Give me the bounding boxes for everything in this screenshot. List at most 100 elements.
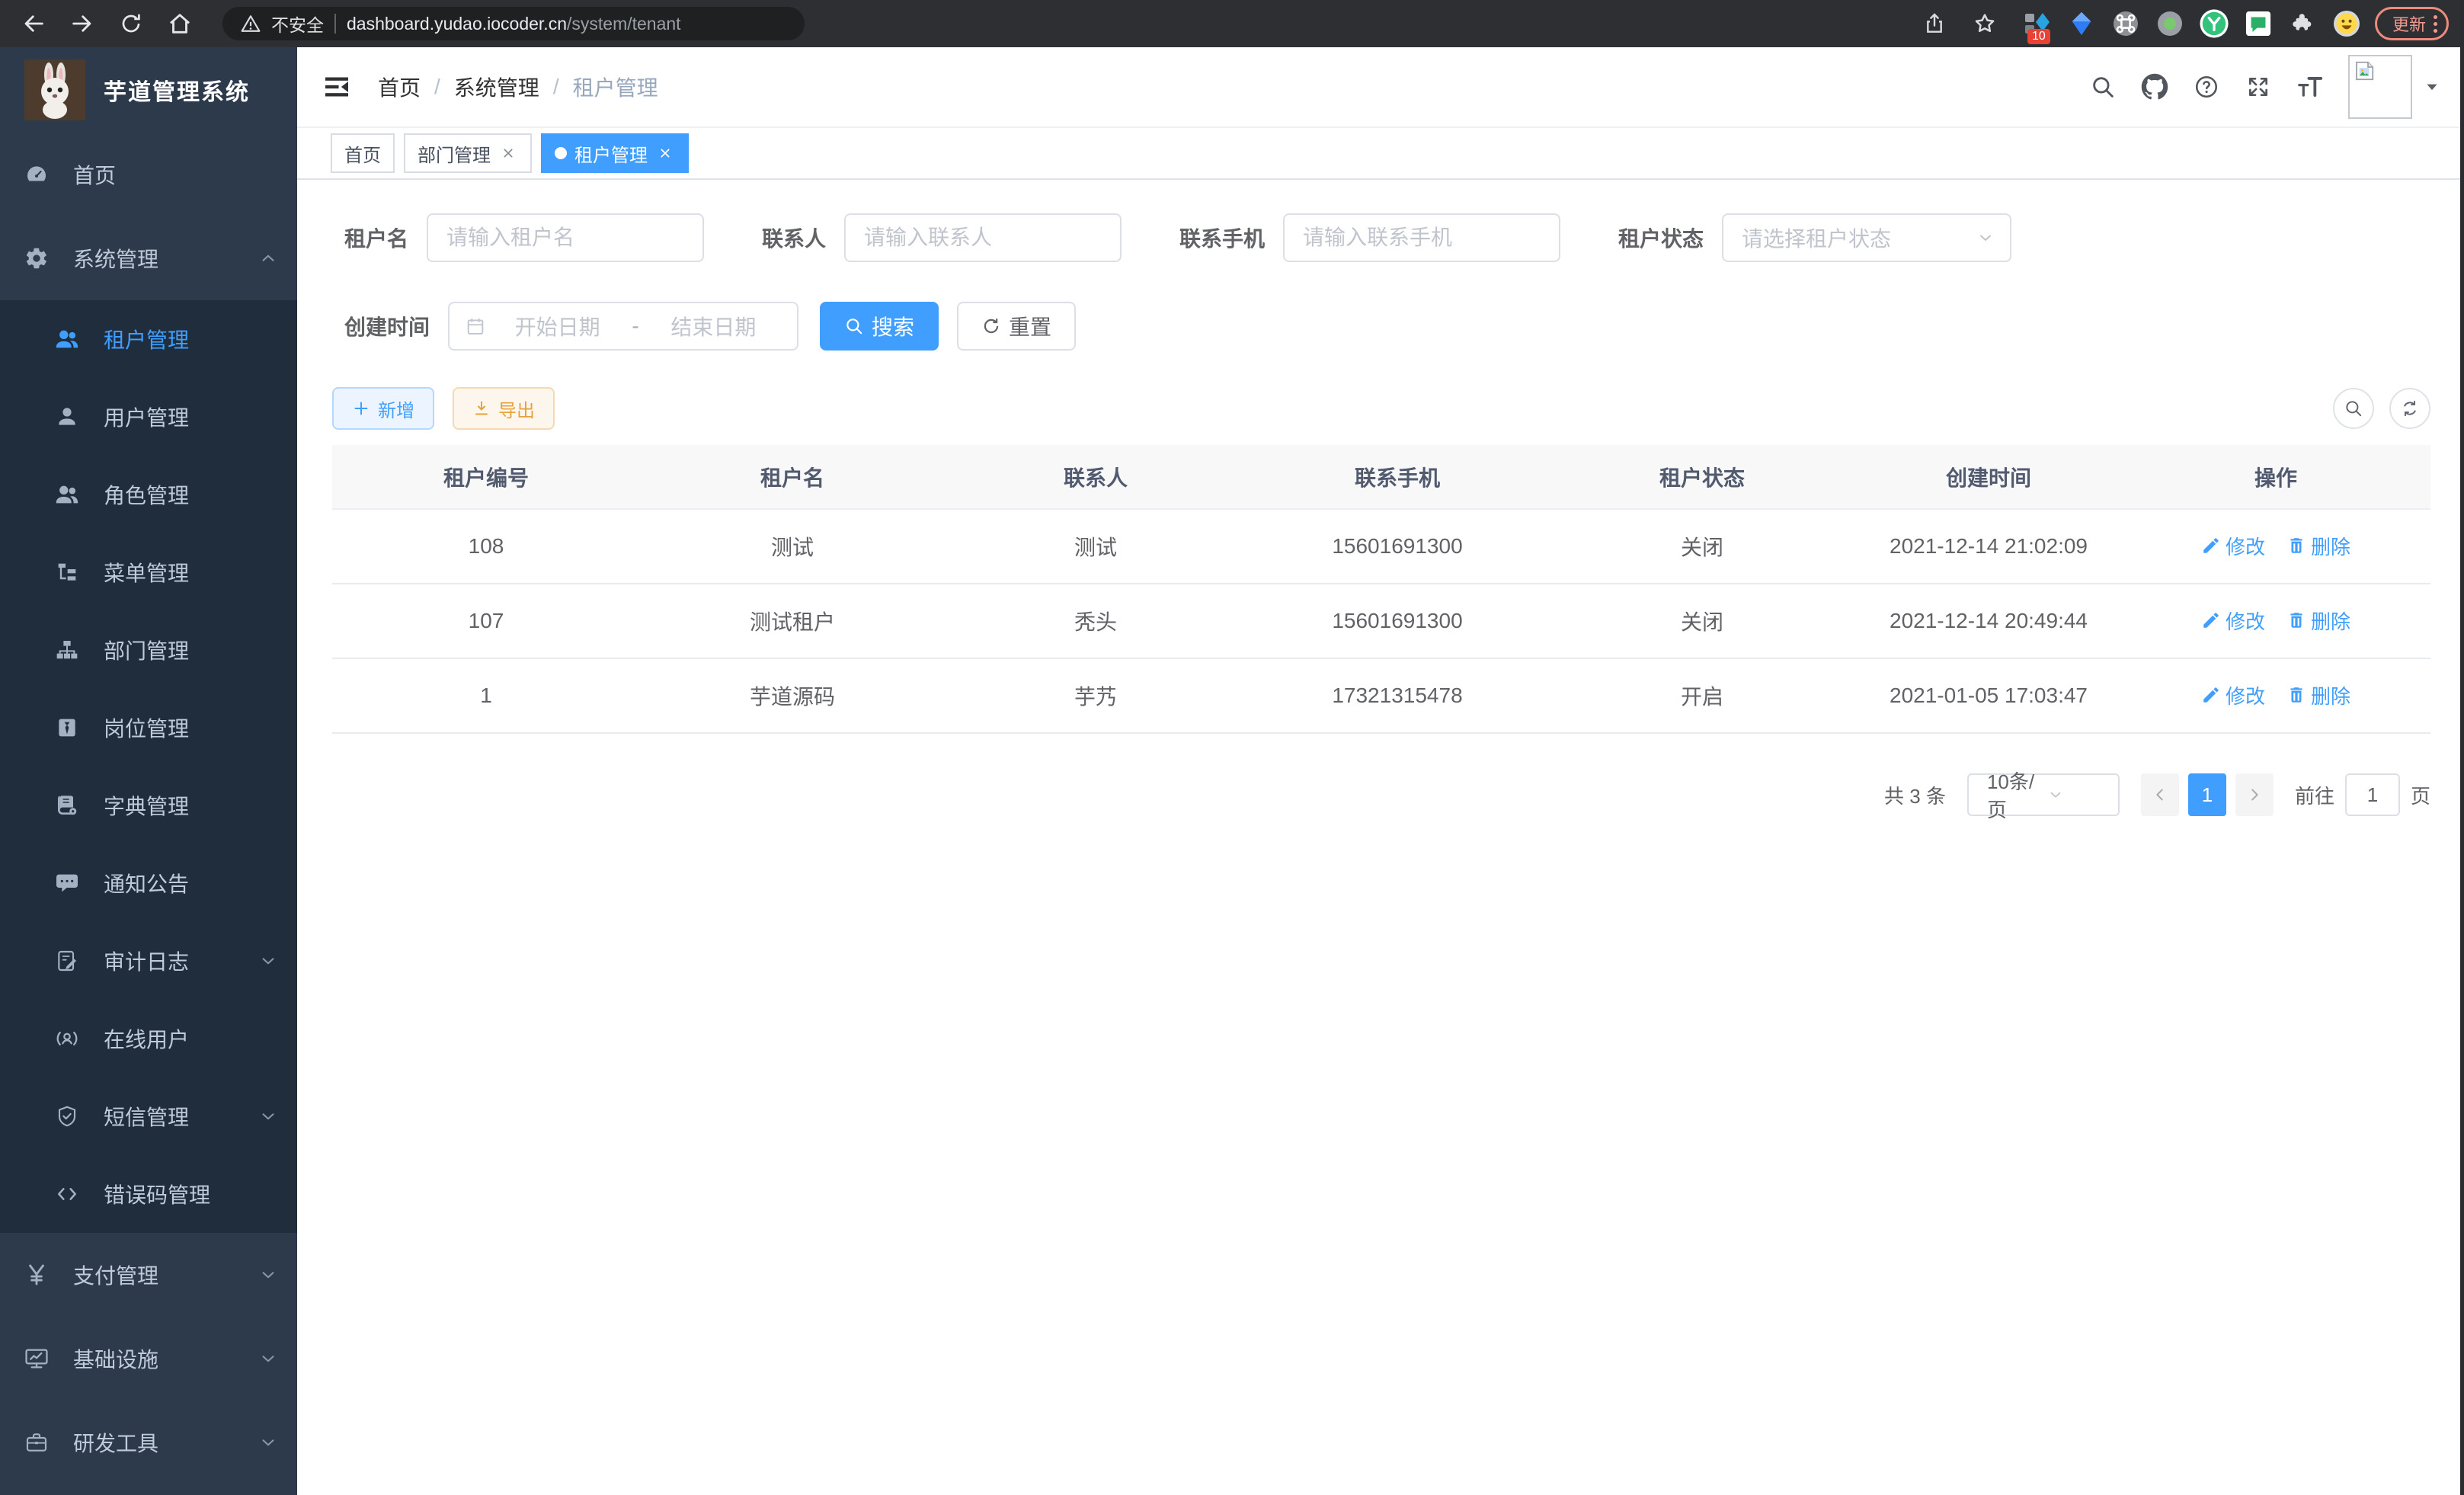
sidebar-item-devtools[interactable]: 研发工具 xyxy=(0,1401,297,1484)
edit-icon xyxy=(2201,685,2221,705)
sidebar-item-label: 短信管理 xyxy=(104,1101,189,1132)
chrome-update-button[interactable]: 更新 xyxy=(2375,7,2449,40)
page-size-select[interactable]: 10条/页 xyxy=(1967,773,2120,816)
sidebar-item-dict[interactable]: 字典管理 xyxy=(0,767,297,844)
github-icon xyxy=(2141,73,2168,101)
prev-page-button[interactable] xyxy=(2141,773,2179,816)
chat-extension-icon[interactable] xyxy=(2244,9,2273,38)
sidebar-item-audit[interactable]: 审计日志 xyxy=(0,922,297,1000)
column-header: 租户编号 xyxy=(332,445,640,509)
sidebar-menu: 首页系统管理租户管理用户管理角色管理菜单管理部门管理岗位管理字典管理通知公告审计… xyxy=(0,133,297,1484)
sidebar-item-sms[interactable]: 短信管理 xyxy=(0,1077,297,1155)
table-row: 1芋道源码芋艿17321315478开启2021-01-05 17:03:47修… xyxy=(332,658,2430,733)
edit-link[interactable]: 修改 xyxy=(2201,607,2265,635)
chrome-menu-icon[interactable] xyxy=(2434,15,2437,33)
user-icon xyxy=(52,402,82,432)
sidebar-item-infra[interactable]: 基础设施 xyxy=(0,1317,297,1401)
delete-link[interactable]: 删除 xyxy=(2286,681,2350,709)
users-icon xyxy=(52,324,82,354)
tab-label: 租户管理 xyxy=(574,140,648,167)
sidebar-item-role[interactable]: 角色管理 xyxy=(0,456,297,533)
refresh-table-button[interactable] xyxy=(2389,388,2430,429)
breadcrumb-item: 租户管理 xyxy=(573,72,658,102)
security-warning-icon[interactable] xyxy=(241,14,261,34)
y-extension-icon[interactable] xyxy=(2200,9,2229,38)
sidebar-item-system[interactable]: 系统管理 xyxy=(0,216,297,300)
sidebar-item-user[interactable]: 用户管理 xyxy=(0,378,297,456)
next-page-button[interactable] xyxy=(2235,773,2274,816)
emoji-extension-icon[interactable] xyxy=(2332,9,2361,38)
browser-home-icon[interactable] xyxy=(162,5,198,42)
tab-首页[interactable]: 首页 xyxy=(331,133,395,173)
sidebar-item-errcode[interactable]: 错误码管理 xyxy=(0,1155,297,1233)
chevron-up-icon xyxy=(258,248,279,269)
sidebar-collapse-icon[interactable] xyxy=(320,70,354,104)
sidebar-item-menu[interactable]: 菜单管理 xyxy=(0,533,297,611)
table-cell: 秃头 xyxy=(945,584,1246,658)
caret-down-icon[interactable] xyxy=(2424,79,2440,94)
avatar[interactable] xyxy=(2348,55,2412,119)
breadcrumb-item[interactable]: 系统管理 xyxy=(454,72,539,102)
status-label: 租户状态 xyxy=(1606,222,1722,253)
sidebar-item-notice[interactable]: 通知公告 xyxy=(0,844,297,922)
search-button-label: 搜索 xyxy=(872,311,914,341)
fullscreen-button[interactable] xyxy=(2232,61,2284,113)
mobile-input[interactable] xyxy=(1283,213,1560,262)
search-button[interactable] xyxy=(2077,61,2129,113)
sidebar-item-tenant[interactable]: 租户管理 xyxy=(0,300,297,378)
edit-link[interactable]: 修改 xyxy=(2201,681,2265,709)
table-cell: 芋道源码 xyxy=(640,658,945,733)
sidebar-item-pay[interactable]: 支付管理 xyxy=(0,1233,297,1317)
sidebar-item-post[interactable]: 岗位管理 xyxy=(0,689,297,767)
edit-link[interactable]: 修改 xyxy=(2201,532,2265,560)
app-logo-row[interactable]: 芋道管理系统 xyxy=(0,47,297,133)
tab-租户管理[interactable]: 租户管理 xyxy=(541,133,689,173)
table-cell: 关闭 xyxy=(1548,584,1856,658)
add-button[interactable]: 新增 xyxy=(332,387,434,430)
status-select[interactable]: 请选择租户状态 xyxy=(1722,213,2011,262)
sidebar-item-online[interactable]: 在线用户 xyxy=(0,1000,297,1077)
search-button[interactable]: 搜索 xyxy=(820,302,939,351)
contact-input[interactable] xyxy=(844,213,1122,262)
table-cell: 测试 xyxy=(640,509,945,584)
tab-grid-extension-icon[interactable]: 10 xyxy=(2023,9,2052,38)
tags-view-bar: 首页部门管理 租户管理 xyxy=(297,128,2464,180)
font-size-button[interactable] xyxy=(2284,61,2336,113)
browser-back-icon[interactable] xyxy=(15,5,52,42)
tab-部门管理[interactable]: 部门管理 xyxy=(404,133,532,173)
column-header: 创建时间 xyxy=(1856,445,2121,509)
sidebar-item-dept[interactable]: 部门管理 xyxy=(0,611,297,689)
sidebar-item-label: 系统管理 xyxy=(73,243,158,274)
yen-icon xyxy=(21,1260,52,1290)
close-icon[interactable] xyxy=(655,143,675,163)
bookmark-star-icon[interactable] xyxy=(1966,5,2003,42)
delete-link[interactable]: 删除 xyxy=(2286,532,2350,560)
tree-icon xyxy=(52,557,82,587)
address-bar[interactable]: 不安全 dashboard.yudao.iocoder.cn/system/te… xyxy=(222,7,805,40)
github-button[interactable] xyxy=(2129,61,2181,113)
gem-extension-icon[interactable] xyxy=(2067,9,2096,38)
puzzle-extensions-icon[interactable] xyxy=(2288,9,2317,38)
close-icon[interactable] xyxy=(498,143,518,163)
pagination-total: 共 3 条 xyxy=(1884,781,1946,809)
reset-button[interactable]: 重置 xyxy=(957,302,1076,351)
sidebar-item-home[interactable]: 首页 xyxy=(0,133,297,216)
browser-reload-icon[interactable] xyxy=(113,5,149,42)
help-button[interactable] xyxy=(2181,61,2232,113)
delete-link[interactable]: 删除 xyxy=(2286,607,2350,635)
goto-page-input[interactable] xyxy=(2345,773,2400,816)
share-icon[interactable] xyxy=(1916,5,1953,42)
sidebar-item-label: 基础设施 xyxy=(73,1343,158,1374)
command-extension-icon[interactable] xyxy=(2111,9,2140,38)
create-time-range-picker[interactable]: 开始日期 - 结束日期 xyxy=(448,302,798,351)
export-button[interactable]: 导出 xyxy=(453,387,555,430)
toggle-search-button[interactable] xyxy=(2333,388,2374,429)
record-extension-icon[interactable] xyxy=(2155,9,2184,38)
sidebar-item-label: 岗位管理 xyxy=(104,712,189,743)
browser-forward-icon[interactable] xyxy=(64,5,101,42)
tenant-name-input[interactable] xyxy=(427,213,704,262)
mobile-label: 联系手机 xyxy=(1167,222,1283,253)
page-number-1[interactable]: 1 xyxy=(2188,773,2226,816)
sidebar-item-label: 支付管理 xyxy=(73,1260,158,1290)
breadcrumb-item[interactable]: 首页 xyxy=(378,72,421,102)
